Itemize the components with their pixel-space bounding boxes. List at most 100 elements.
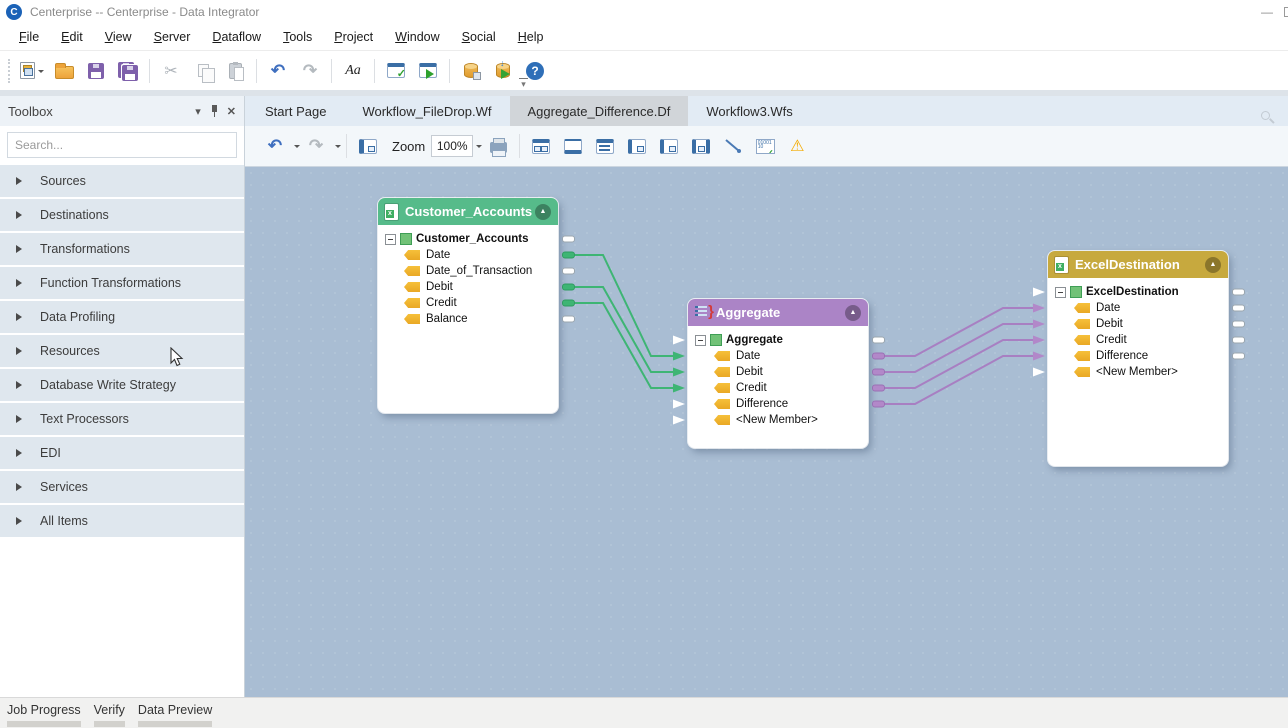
- undo-history-caret-icon[interactable]: [294, 145, 300, 151]
- toolbox-item-sources[interactable]: Sources: [0, 165, 244, 197]
- output-port[interactable]: [562, 316, 575, 323]
- field-row-difference[interactable]: Difference: [1048, 348, 1228, 364]
- output-port-connected[interactable]: [562, 252, 575, 259]
- bottom-tab-data-preview[interactable]: Data Preview: [138, 703, 212, 727]
- copy-button[interactable]: [189, 57, 217, 85]
- output-port[interactable]: [1232, 337, 1245, 344]
- output-port-connected[interactable]: [562, 300, 575, 307]
- toolbox-item-services[interactable]: Services: [0, 471, 244, 503]
- menu-help[interactable]: Help: [507, 26, 555, 48]
- field-row-new-member[interactable]: <New Member>: [1048, 364, 1228, 380]
- field-row-new-member[interactable]: <New Member>: [688, 412, 868, 428]
- output-port-connected[interactable]: [872, 385, 885, 392]
- output-port[interactable]: [1232, 353, 1245, 360]
- output-port[interactable]: [562, 236, 575, 243]
- menu-dataflow[interactable]: Dataflow: [201, 26, 272, 48]
- output-port-connected[interactable]: [872, 353, 885, 360]
- cut-button[interactable]: [157, 57, 185, 85]
- tree-root-row[interactable]: ExcelDestination: [1048, 284, 1228, 300]
- field-row-date[interactable]: Date: [688, 348, 868, 364]
- redo-history-caret-icon[interactable]: [335, 145, 341, 151]
- output-port[interactable]: [1232, 321, 1245, 328]
- node-aggregate[interactable]: Aggregate Aggregate Date Debit: [688, 299, 868, 448]
- auto-layout-button[interactable]: [527, 132, 555, 160]
- layout-diagram-button[interactable]: [354, 132, 382, 160]
- draw-link-button[interactable]: [719, 132, 747, 160]
- output-port[interactable]: [1232, 289, 1245, 296]
- field-row-credit[interactable]: Credit: [378, 295, 558, 311]
- node-customer-accounts[interactable]: Customer_Accounts Customer_Accounts Date…: [378, 198, 558, 413]
- tab-aggregate-difference[interactable]: Aggregate_Difference.Df: [510, 96, 689, 126]
- menu-server[interactable]: Server: [143, 26, 202, 48]
- menu-view[interactable]: View: [94, 26, 143, 48]
- tree-root-row[interactable]: Customer_Accounts: [378, 231, 558, 247]
- toolbox-item-edi[interactable]: EDI: [0, 437, 244, 469]
- dataflow-canvas[interactable]: Customer_Accounts Customer_Accounts Date…: [245, 167, 1288, 697]
- menu-edit[interactable]: Edit: [50, 26, 94, 48]
- new-dataflow-button[interactable]: [18, 57, 46, 85]
- field-row-debit[interactable]: Debit: [378, 279, 558, 295]
- toolbox-item-database-write-strategy[interactable]: Database Write Strategy: [0, 369, 244, 401]
- zoom-select[interactable]: 100%: [431, 135, 473, 157]
- node-excel-destination[interactable]: ExcelDestination ExcelDestination Date D…: [1048, 251, 1228, 466]
- pin-icon[interactable]: [210, 105, 219, 117]
- undo-button[interactable]: [261, 132, 289, 160]
- font-button[interactable]: Aa: [339, 57, 367, 85]
- tree-root-row[interactable]: Aggregate: [688, 332, 868, 348]
- tab-start-page[interactable]: Start Page: [247, 96, 344, 126]
- field-row-date-of-transaction[interactable]: Date_of_Transaction: [378, 263, 558, 279]
- field-row-date[interactable]: Date: [1048, 300, 1228, 316]
- minimize-button[interactable]: —: [1250, 5, 1284, 19]
- tree-expander-icon[interactable]: [385, 234, 396, 245]
- field-row-difference[interactable]: Difference: [688, 396, 868, 412]
- output-port[interactable]: [872, 337, 885, 344]
- redo-button[interactable]: [302, 132, 330, 160]
- menu-window[interactable]: Window: [384, 26, 450, 48]
- undo-button[interactable]: [264, 57, 292, 85]
- output-port[interactable]: [1232, 305, 1245, 312]
- collapse-button[interactable]: [1205, 257, 1221, 273]
- toolbox-item-resources[interactable]: Resources: [0, 335, 244, 367]
- restore-button[interactable]: [1284, 7, 1288, 17]
- close-icon[interactable]: [227, 105, 236, 118]
- toolbar-overflow-button[interactable]: ▾: [519, 78, 528, 89]
- tab-workflow3[interactable]: Workflow3.Wfs: [688, 96, 810, 126]
- field-row-date[interactable]: Date: [378, 247, 558, 263]
- swap-panels-button[interactable]: [687, 132, 715, 160]
- verify-dataflow-button[interactable]: ✓: [382, 57, 410, 85]
- field-row-credit[interactable]: Credit: [1048, 332, 1228, 348]
- open-button[interactable]: [50, 57, 78, 85]
- tree-expander-icon[interactable]: [695, 335, 706, 346]
- save-all-button[interactable]: [114, 57, 142, 85]
- expand-right-button[interactable]: [655, 132, 683, 160]
- toolbox-item-transformations[interactable]: Transformations: [0, 233, 244, 265]
- toolbox-item-function-transformations[interactable]: Function Transformations: [0, 267, 244, 299]
- collapse-button[interactable]: [845, 305, 861, 321]
- output-port-connected[interactable]: [562, 284, 575, 291]
- node-header[interactable]: Aggregate: [688, 299, 868, 326]
- toolbox-search-input[interactable]: [7, 132, 237, 158]
- align-center-button[interactable]: [559, 132, 587, 160]
- tab-workflow-filedrop[interactable]: Workflow_FileDrop.Wf: [344, 96, 509, 126]
- menu-project[interactable]: Project: [323, 26, 384, 48]
- output-port-connected[interactable]: [872, 401, 885, 408]
- list-layout-button[interactable]: [591, 132, 619, 160]
- menu-tools[interactable]: Tools: [272, 26, 323, 48]
- output-port-connected[interactable]: [872, 369, 885, 376]
- tree-expander-icon[interactable]: [1055, 287, 1066, 298]
- toolbox-item-text-processors[interactable]: Text Processors: [0, 403, 244, 435]
- toolbox-item-destinations[interactable]: Destinations: [0, 199, 244, 231]
- field-row-balance[interactable]: Balance: [378, 311, 558, 327]
- print-button[interactable]: [484, 132, 512, 160]
- redo-button[interactable]: [296, 57, 324, 85]
- toolbox-menu-caret-icon[interactable]: [195, 105, 201, 118]
- preview-grid-button[interactable]: 01001 10: [751, 132, 779, 160]
- warning-icon[interactable]: [783, 132, 811, 160]
- menu-social[interactable]: Social: [451, 26, 507, 48]
- toolbox-item-all-items[interactable]: All Items: [0, 505, 244, 537]
- node-header[interactable]: ExcelDestination: [1048, 251, 1228, 278]
- run-job-button[interactable]: ↓: [489, 57, 517, 85]
- save-button[interactable]: [82, 57, 110, 85]
- collapse-button[interactable]: [535, 204, 551, 220]
- field-row-debit[interactable]: Debit: [1048, 316, 1228, 332]
